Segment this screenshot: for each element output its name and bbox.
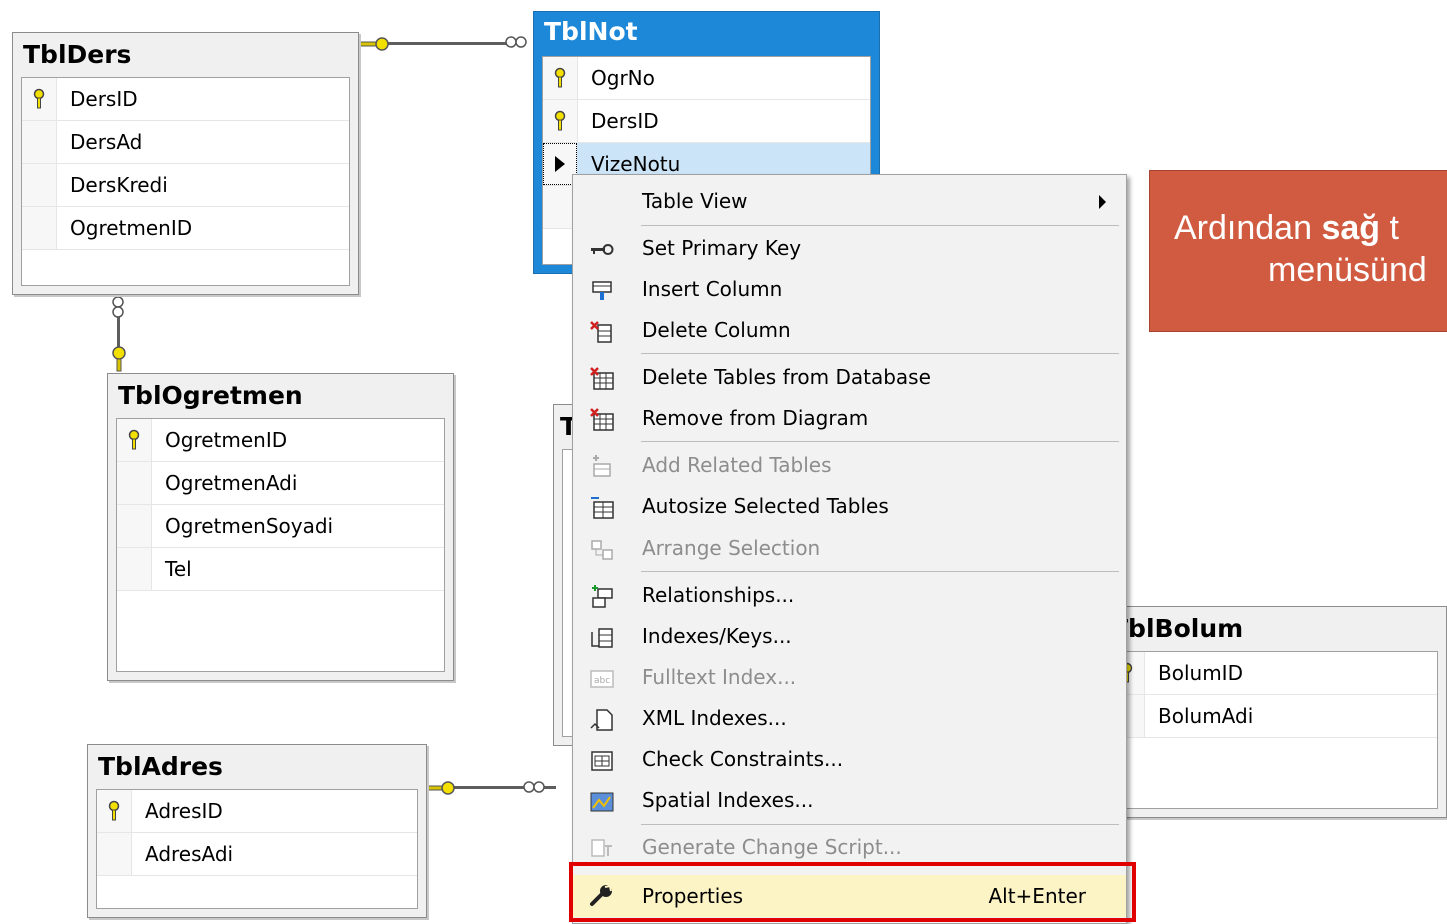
column-name: AdresAdi	[145, 842, 234, 866]
column-name: BolumAdi	[1158, 704, 1254, 728]
delete-column-icon	[589, 320, 615, 344]
menu-item-arrange-selection[interactable]: Arrange Selection	[573, 530, 1126, 568]
column-name: AdresID	[145, 799, 223, 823]
infinity-end-icon	[520, 779, 550, 795]
check-icon	[589, 749, 615, 773]
infinity-end-icon	[110, 294, 126, 324]
table-tblbolum[interactable]: TblBolum BolumID BolumAdi	[1100, 606, 1447, 818]
relationships-icon	[589, 585, 615, 609]
table-row[interactable]: OgretmenID	[117, 419, 444, 462]
insert-column-icon	[589, 279, 615, 303]
table-row[interactable]: DersID	[543, 100, 870, 143]
column-name: OgrNo	[591, 66, 655, 90]
spatial-icon	[589, 790, 615, 814]
table-title: TblDers	[23, 40, 132, 69]
column-name: BolumID	[1158, 661, 1243, 685]
primary-key-icon	[108, 800, 120, 821]
table-row[interactable]: BolumID	[1110, 652, 1437, 695]
column-grid: AdresID AdresAdi	[96, 789, 418, 909]
remove-table-icon	[589, 408, 615, 432]
fulltext-icon: abc	[589, 667, 615, 691]
column-name: DersAd	[70, 130, 143, 154]
table-title: TblAdres	[98, 752, 223, 781]
table-row[interactable]: BolumAdi	[1110, 695, 1437, 738]
table-row[interactable]: DersKredi	[22, 164, 349, 207]
add-related-icon	[589, 455, 615, 479]
column-name: OgretmenSoyadi	[165, 514, 334, 538]
column-name: DersID	[591, 109, 659, 133]
instruction-callout: Ardından sağ t menüsünd	[1149, 170, 1447, 332]
table-row[interactable]: DersAd	[22, 121, 349, 164]
table-row[interactable]: OgretmenAdi	[117, 462, 444, 505]
menu-item-spatial-indexes[interactable]: Spatial Indexes...	[573, 782, 1126, 820]
menu-item-autosize[interactable]: Autosize Selected Tables	[573, 488, 1126, 526]
primary-key-icon	[128, 429, 140, 450]
table-tblogretmen[interactable]: TblOgretmen OgretmenID OgretmenAdi Ogret…	[107, 373, 454, 681]
table-row[interactable]: OgretmenID	[22, 207, 349, 250]
menu-item-relationships[interactable]: Relationships...	[573, 577, 1126, 615]
table-row[interactable]: Tel	[117, 548, 444, 591]
menu-item-add-related-tables[interactable]: Add Related Tables	[573, 447, 1126, 485]
column-name: OgretmenID	[165, 428, 288, 452]
indexes-icon	[589, 626, 615, 650]
menu-item-check-constraints[interactable]: Check Constraints...	[573, 741, 1126, 779]
key-end-icon	[111, 343, 127, 373]
table-row[interactable]: AdresID	[97, 790, 417, 833]
xml-icon	[589, 708, 615, 732]
delete-table-icon	[589, 367, 615, 391]
table-title: TblOgretmen	[118, 381, 303, 410]
key-icon	[589, 238, 615, 262]
column-name: OgretmenAdi	[165, 471, 298, 495]
table-row[interactable]: AdresAdi	[97, 833, 417, 876]
context-menu: Table View Set Primary Key Insert Column…	[572, 174, 1127, 924]
column-grid: BolumID BolumAdi	[1109, 651, 1438, 809]
row-pointer-icon	[555, 156, 565, 172]
submenu-arrow-icon	[1099, 195, 1106, 209]
column-name: Tel	[165, 557, 192, 581]
column-name: DersID	[70, 87, 138, 111]
autosize-icon	[589, 496, 615, 520]
script-icon	[589, 837, 615, 861]
table-title: TblBolum	[1111, 614, 1244, 643]
column-grid: DersID DersAd DersKredi OgretmenID	[21, 77, 350, 286]
table-row[interactable]: DersID	[22, 78, 349, 121]
column-name: VizeNotu	[591, 152, 681, 176]
menu-item-fulltext-index[interactable]: abc Fulltext Index...	[573, 659, 1126, 697]
infinity-end-icon	[502, 34, 532, 50]
menu-item-insert-column[interactable]: Insert Column	[573, 271, 1126, 309]
callout-text: menüsünd	[1268, 251, 1427, 289]
arrange-icon	[589, 538, 615, 562]
callout-bold: sağ	[1321, 209, 1381, 247]
menu-item-delete-column[interactable]: Delete Column	[573, 312, 1126, 350]
highlight-box	[569, 862, 1136, 922]
key-end-icon	[359, 36, 390, 51]
primary-key-icon	[554, 110, 566, 131]
key-end-icon	[425, 780, 456, 795]
svg-text:abc: abc	[594, 676, 610, 686]
column-name: DersKredi	[70, 173, 168, 197]
table-title: TblNot	[544, 17, 638, 46]
menu-item-table-view[interactable]: Table View	[573, 183, 1126, 221]
column-grid: OgretmenID OgretmenAdi OgretmenSoyadi Te…	[116, 418, 445, 672]
primary-key-icon	[554, 67, 566, 88]
callout-text: Ardından	[1174, 209, 1322, 247]
table-row[interactable]: OgretmenSoyadi	[117, 505, 444, 548]
table-row[interactable]: OgrNo	[543, 57, 870, 100]
primary-key-icon	[33, 88, 45, 109]
column-name: OgretmenID	[70, 216, 193, 240]
table-tbladres[interactable]: TblAdres AdresID AdresAdi	[87, 744, 427, 918]
menu-item-delete-tables[interactable]: Delete Tables from Database	[573, 359, 1126, 397]
menu-item-remove-from-diagram[interactable]: Remove from Diagram	[573, 400, 1126, 438]
callout-text: t	[1380, 209, 1399, 247]
table-tblders[interactable]: TblDers DersID DersAd DersKredi Ogretmen…	[12, 32, 359, 295]
menu-item-xml-indexes[interactable]: XML Indexes...	[573, 700, 1126, 738]
menu-item-indexes-keys[interactable]: Indexes/Keys...	[573, 618, 1126, 656]
menu-item-set-primary-key[interactable]: Set Primary Key	[573, 230, 1126, 268]
